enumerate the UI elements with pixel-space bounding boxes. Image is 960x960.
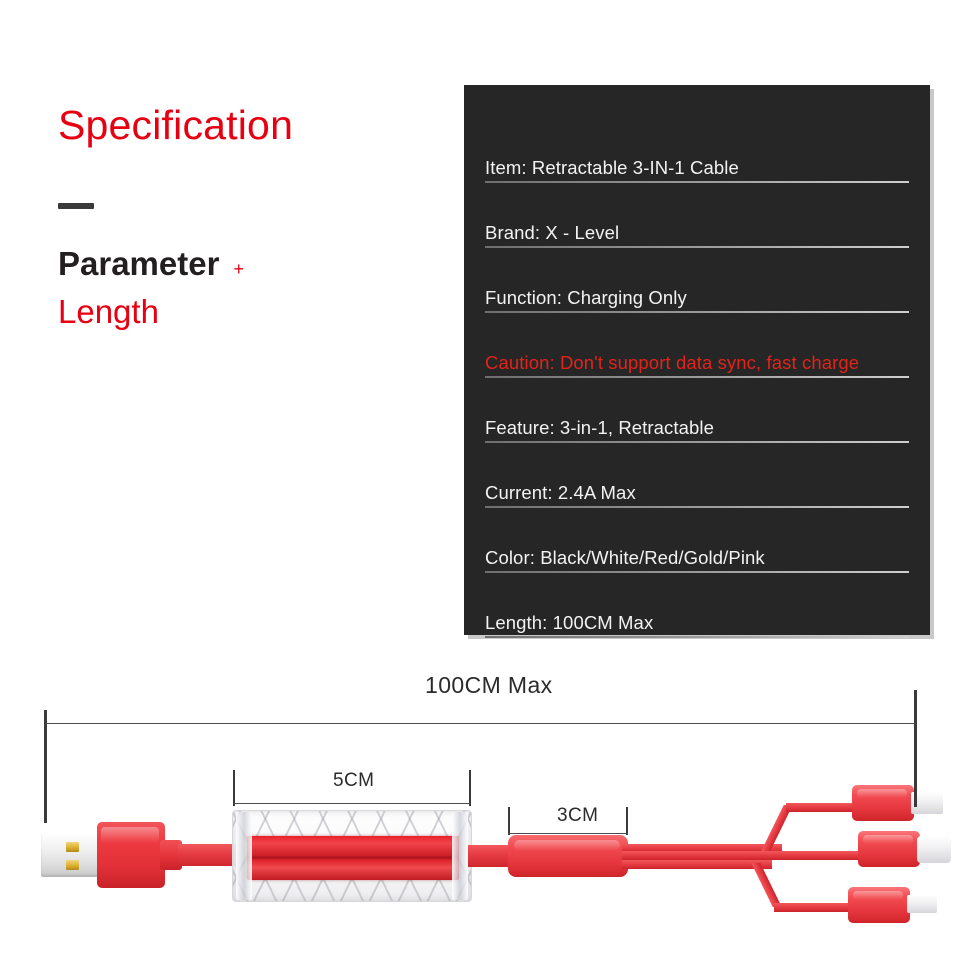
usb-a-metal-tongue [41,833,101,877]
lightning-connector-tip [907,895,937,913]
dimension-label-spool: 5CM [333,770,375,791]
dimension-line-overall [45,723,916,724]
flat-cable-segment [468,845,512,867]
dimension-tick-left [508,807,510,835]
spec-row-caution: Caution: Don't support data sync, fast c… [485,313,909,378]
spec-row-text: Item: Retractable 3-IN-1 Cable [485,156,739,178]
spec-row-color: Color: Black/White/Red/Gold/Pink [485,508,909,573]
spool-coiled-cable [247,836,459,880]
dimension-tick-left [233,770,235,806]
retractable-spool [232,810,472,902]
specification-panel: Item: Retractable 3-IN-1 Cable Brand: X … [464,85,930,638]
cable-product-image [0,655,960,960]
dimension-tick-left [44,710,47,823]
flat-cable-segment [178,844,238,866]
dimension-line-splitter [508,833,628,834]
branch-wire-bottom [622,860,772,869]
dimension-tick-right [626,807,628,835]
spec-row-feature: Feature: 3-in-1, Retractable [485,378,909,443]
micro-usb-connector [852,785,914,821]
spec-row-text: Brand: X - Level [485,221,620,243]
usb-contact-pin-icon [66,860,79,870]
lightning-connector [848,887,910,923]
spec-row-brand: Brand: X - Level [485,183,909,248]
specification-list: Item: Retractable 3-IN-1 Cable Brand: X … [485,118,909,638]
spec-row-current: Current: 2.4A Max [485,443,909,508]
dimension-tick-right [469,770,471,806]
spec-row-length: Length: 100CM Max [485,573,909,638]
usb-contact-pin-icon [66,842,79,852]
length-label: Length [58,293,159,331]
page-title: Specification [58,102,294,148]
spec-row-text: Color: Black/White/Red/Gold/Pink [485,546,765,568]
spec-row-text: Function: Charging Only [485,286,687,308]
parameter-row: Parameter + [58,247,438,280]
usb-c-connector [858,831,920,867]
spec-row-text: Feature: 3-in-1, Retractable [485,416,715,438]
spec-row-text-caution: Caution: Don't support data sync, fast c… [485,351,860,373]
branch-wire-middle [622,851,862,860]
three-way-splitter [508,835,628,877]
spec-row-text: Length: 100CM Max [485,611,654,633]
spec-row-function: Function: Charging Only [485,248,909,313]
spec-row-item: Item: Retractable 3-IN-1 Cable [485,118,909,183]
spool-end-cap [236,812,252,900]
dimension-label-splitter: 3CM [557,805,599,826]
plus-icon: + [233,259,244,280]
dimension-tick-right [914,690,917,807]
parameter-label: Parameter [58,245,220,283]
spec-row-text: Current: 2.4A Max [485,481,636,503]
dimension-diagram: 100CM Max 5CM 3CM [0,655,960,960]
specification-heading-block: Specification Parameter + Length [58,102,438,331]
dash-divider-icon [58,203,94,210]
branch-wire-bottom-bend [751,863,782,907]
spool-end-cap [452,812,468,900]
dimension-label-overall: 100CM Max [425,672,553,698]
dimension-line-spool [233,803,471,804]
usb-a-connector-housing [97,822,165,888]
usb-c-connector-tip [917,836,951,863]
